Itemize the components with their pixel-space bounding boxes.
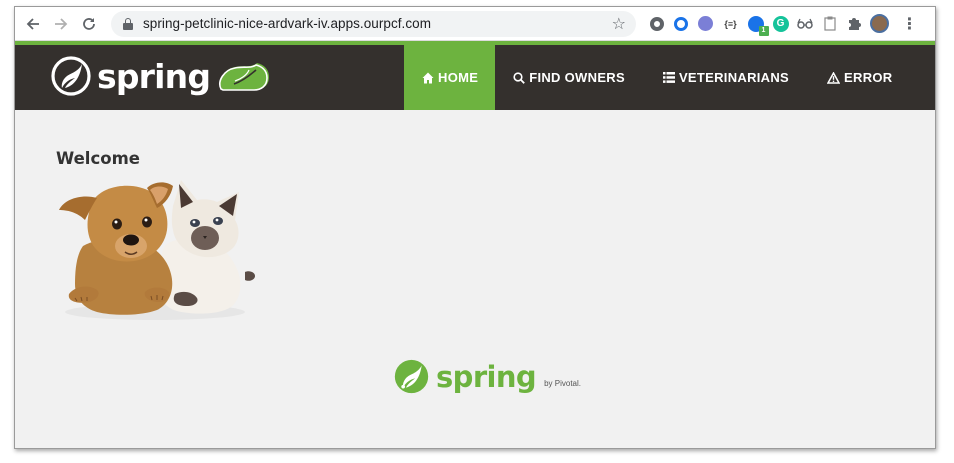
footer-logo-text: spring bbox=[436, 359, 537, 394]
reload-icon bbox=[83, 17, 95, 30]
page-title: Welcome bbox=[56, 149, 140, 168]
forward-button[interactable] bbox=[49, 12, 73, 36]
refresh-blue-extension-icon[interactable] bbox=[674, 16, 688, 31]
forward-arrow-icon bbox=[55, 17, 68, 30]
puzzle-extensions-icon[interactable] bbox=[844, 13, 865, 34]
nav-item-label: VETERINARIANS bbox=[678, 70, 790, 85]
circle-extension-icon[interactable] bbox=[650, 16, 664, 31]
browser-window: spring-petclinic-nice-ardvark-iv.apps.ou… bbox=[14, 6, 936, 449]
back-button[interactable] bbox=[21, 12, 45, 36]
footer-logo[interactable]: spring by Pivotal. bbox=[393, 358, 581, 395]
spring-leaf-icon bbox=[394, 359, 429, 394]
clipboard-extension-icon[interactable] bbox=[819, 13, 840, 34]
nav-item-label: FIND OWNERS bbox=[529, 70, 625, 85]
list-icon bbox=[662, 72, 675, 83]
nav-item-veterinarians[interactable]: VETERINARIANS bbox=[645, 45, 809, 110]
app-navbar: spring HOME FIND OWNERS VETERINARIANS ER… bbox=[15, 45, 935, 110]
nav-item-label: ERROR bbox=[844, 70, 893, 85]
search-icon bbox=[513, 71, 526, 84]
back-arrow-icon bbox=[26, 17, 39, 30]
bookmark-star-icon[interactable]: ☆ bbox=[612, 14, 626, 34]
browser-toolbar: spring-petclinic-nice-ardvark-iv.apps.ou… bbox=[15, 7, 935, 41]
browser-menu-icon[interactable]: ⋮ bbox=[902, 14, 918, 34]
nav-item-find-owners[interactable]: FIND OWNERS bbox=[495, 45, 645, 110]
purple-extension-icon[interactable] bbox=[698, 16, 713, 31]
address-bar[interactable]: spring-petclinic-nice-ardvark-iv.apps.ou… bbox=[111, 10, 636, 37]
extension-badge: 1 bbox=[758, 25, 769, 36]
footer-pivotal-text: by Pivotal. bbox=[544, 379, 581, 388]
lock-icon bbox=[123, 17, 133, 30]
extensions-bar: {≡} 1 G ⋮ bbox=[647, 13, 918, 36]
spring-logo[interactable]: spring bbox=[51, 56, 271, 96]
json-extension-icon[interactable]: {≡} bbox=[720, 13, 741, 34]
url-text: spring-petclinic-nice-ardvark-iv.apps.ou… bbox=[143, 16, 432, 31]
nav-item-error[interactable]: ERROR bbox=[809, 45, 912, 110]
pets-image bbox=[59, 180, 255, 320]
nav-item-label: HOME bbox=[438, 70, 479, 85]
nav-item-home[interactable]: HOME bbox=[404, 45, 496, 110]
grammarly-extension-icon[interactable]: G bbox=[772, 15, 789, 32]
spring-logo-text: spring bbox=[97, 56, 211, 96]
reload-button[interactable] bbox=[77, 12, 101, 36]
main-content: Welcome spring by Pivotal. bbox=[15, 110, 935, 448]
home-icon bbox=[422, 72, 434, 84]
profile-avatar[interactable] bbox=[870, 14, 889, 33]
pet-leaf-badge-icon bbox=[219, 63, 270, 91]
spring-leaf-icon bbox=[51, 56, 91, 96]
main-menu: HOME FIND OWNERS VETERINARIANS ERROR bbox=[404, 45, 912, 110]
blue-badge-extension-icon[interactable]: 1 bbox=[747, 15, 769, 36]
warning-icon bbox=[827, 71, 841, 84]
glasses-extension-icon[interactable] bbox=[795, 13, 816, 34]
